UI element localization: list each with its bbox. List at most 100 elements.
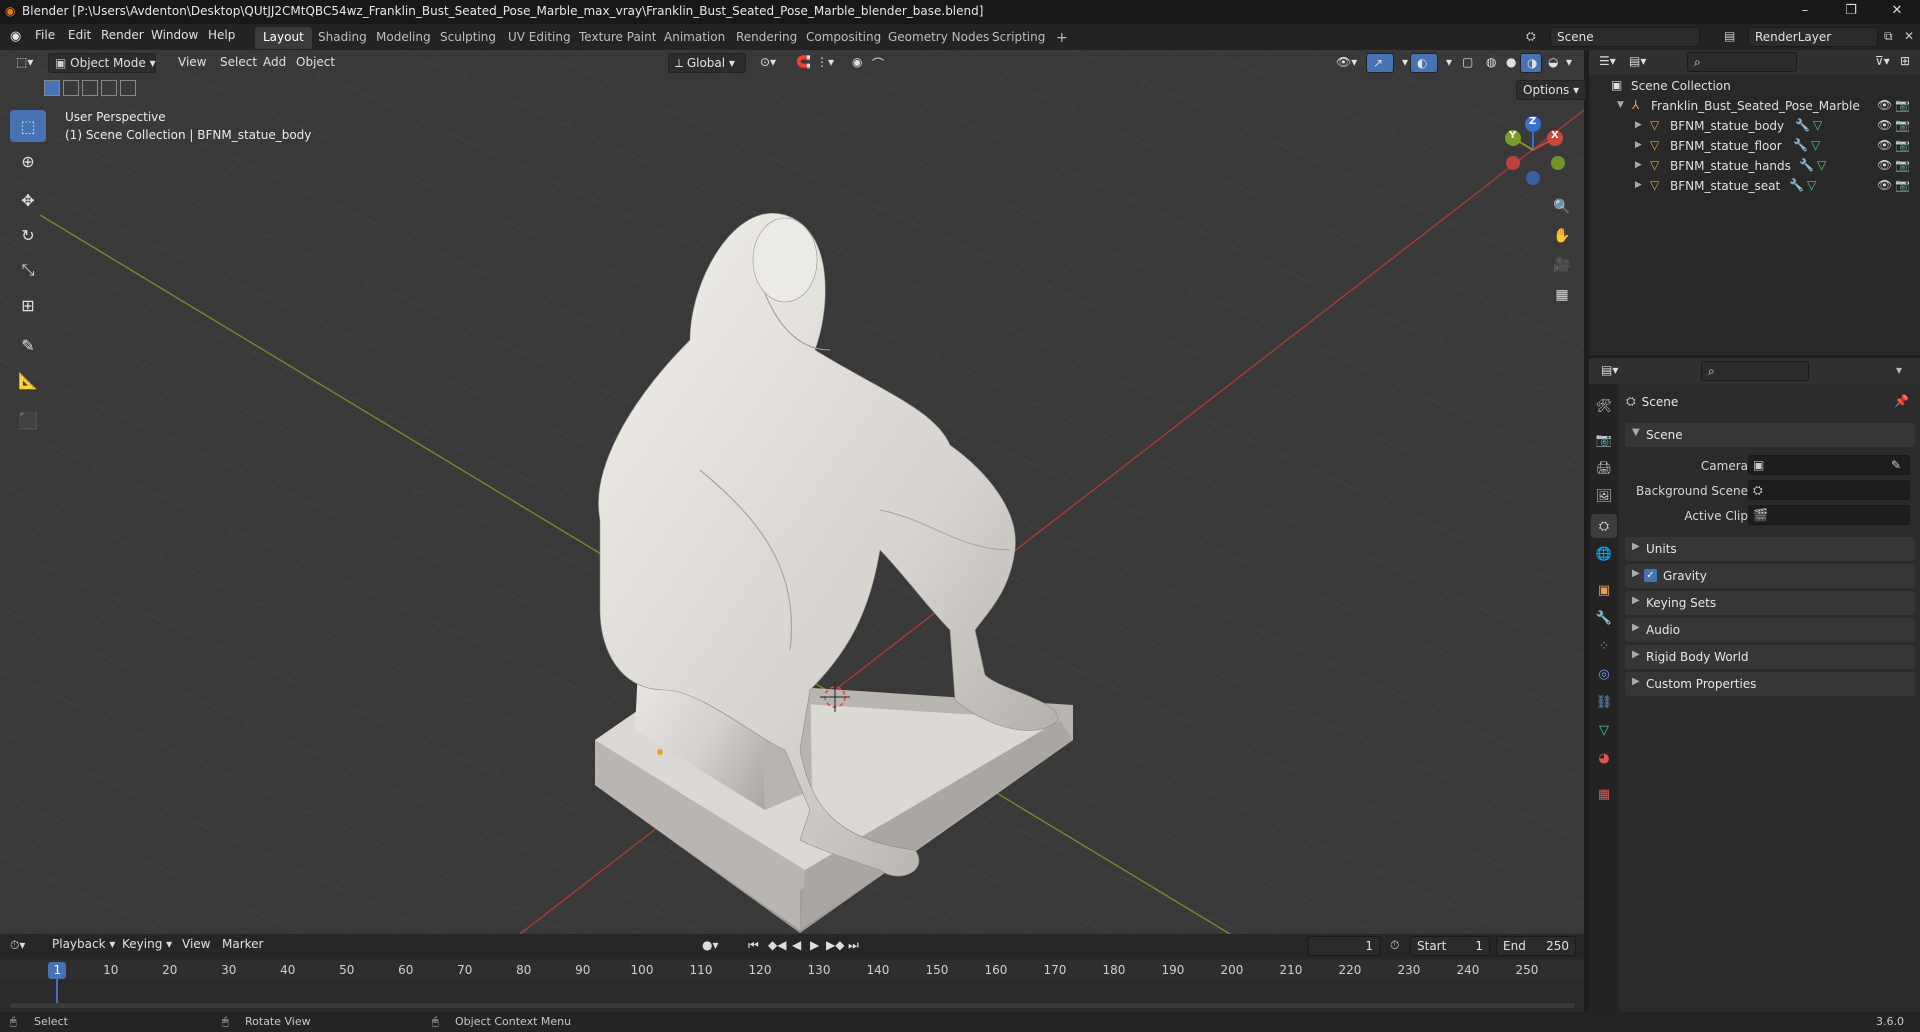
tab-compositing[interactable]: Compositing (798, 27, 889, 49)
menu-view[interactable]: View (172, 53, 212, 73)
expand-chevron-icon[interactable]: ▶ (1635, 180, 1642, 190)
mode-selector[interactable]: ▣ Object Mode ▾ (48, 53, 156, 73)
tab-object[interactable]: ▣ (1591, 578, 1617, 602)
menu-add[interactable]: Add (257, 53, 292, 73)
zoom-view-button[interactable]: 🔍 (1549, 194, 1575, 220)
transform-tool[interactable]: ⊞ (10, 289, 46, 321)
panel-audio[interactable]: ▶ Audio (1625, 618, 1915, 642)
properties-options-icon[interactable]: ▾ (1896, 363, 1902, 377)
gravity-checkbox[interactable]: ✓ (1644, 569, 1657, 582)
menu-keying[interactable]: Keying ▾ (116, 935, 178, 955)
visibility-eye-icon[interactable]: 👁 (1877, 138, 1892, 152)
pivot-point-icon[interactable]: ⊙▾ (754, 53, 782, 73)
outliner-row-scene-collection[interactable]: ▣ Scene Collection (1589, 76, 1920, 96)
render-camera-icon[interactable]: 📷 (1895, 158, 1910, 172)
display-mode-icon[interactable]: ▤▾ (1629, 54, 1646, 68)
panel-scene-header[interactable]: ▼ Scene (1625, 423, 1915, 447)
menu-help[interactable]: Help (208, 28, 235, 42)
menu-playback[interactable]: Playback ▾ (46, 935, 121, 955)
end-frame-field[interactable]: End 250 (1496, 936, 1576, 956)
menu-object[interactable]: Object (290, 53, 341, 73)
tab-uv-editing[interactable]: UV Editing (500, 27, 579, 49)
camera-view-button[interactable]: 🎥 (1549, 252, 1575, 278)
current-frame-field[interactable]: 1 (1308, 936, 1380, 956)
tab-tool[interactable]: 🛠 (1591, 394, 1617, 418)
xray-icon[interactable]: ▢ (1456, 53, 1479, 73)
jump-start-icon[interactable]: ⏮ (748, 938, 759, 953)
play-reverse-icon[interactable]: ◀ (792, 938, 801, 952)
menu-render[interactable]: Render (101, 28, 144, 42)
pin-icon[interactable]: 📌 (1894, 394, 1909, 408)
tab-render[interactable]: 📷 (1591, 428, 1617, 452)
properties-search-input[interactable]: ⌕ (1701, 361, 1809, 381)
render-camera-icon[interactable]: 📷 (1895, 178, 1910, 192)
tab-data[interactable]: ▽ (1591, 718, 1617, 742)
outliner-row-object[interactable]: ▶ ▽ BFNM_statue_body 🔧 ▽ 👁 📷 (1589, 116, 1920, 136)
tab-animation[interactable]: Animation (656, 27, 733, 49)
panel-gravity[interactable]: ▶ ✓ Gravity (1625, 564, 1915, 588)
timeline-scrollbar[interactable] (10, 1003, 1575, 1008)
record-icon[interactable]: ●▾ (702, 938, 719, 952)
tab-constraints[interactable]: ⛓ (1591, 690, 1617, 714)
add-cube-tool[interactable]: ⬛ (10, 404, 46, 436)
outliner-row-object[interactable]: ▶ ▽ BFNM_statue_seat 🔧 ▽ 👁 📷 (1589, 176, 1920, 196)
tab-scene[interactable]: ⛭ (1591, 514, 1617, 538)
panel-keying-sets[interactable]: ▶ Keying Sets (1625, 591, 1915, 615)
tab-geometry-nodes[interactable]: Geometry Nodes (880, 27, 997, 49)
transform-orientation-selector[interactable]: ⟂ Global ▾ (668, 53, 746, 73)
render-camera-icon[interactable]: 📷 (1895, 138, 1910, 152)
select-new-icon[interactable] (44, 80, 60, 96)
add-workspace-button[interactable]: + (1048, 27, 1076, 49)
background-scene-field[interactable]: ⛭ (1748, 480, 1910, 500)
start-frame-field[interactable]: Start 1 (1410, 936, 1490, 956)
panel-units[interactable]: ▶ Units (1625, 537, 1915, 561)
visibility-eye-icon[interactable]: 👁 (1877, 98, 1892, 112)
eyedropper-icon[interactable]: ✎ (1891, 458, 1901, 472)
camera-field[interactable]: ▣ ✎ (1748, 455, 1910, 475)
filter-icon[interactable]: ⊽▾ (1875, 54, 1890, 68)
tab-modifiers[interactable]: 🔧 (1591, 606, 1617, 630)
render-camera-icon[interactable]: 📷 (1895, 118, 1910, 132)
outliner-row-object[interactable]: ▶ ▽ BFNM_statue_floor 🔧 ▽ 👁 📷 (1589, 136, 1920, 156)
outliner-row-collection[interactable]: ▼ ⅄ Franklin_Bust_Seated_Pose_Marble 👁 📷 (1589, 96, 1920, 116)
snap-target-icon[interactable]: ⋮▾ (810, 53, 840, 73)
tab-texture-paint[interactable]: Texture Paint (571, 27, 664, 49)
ortho-toggle-button[interactable]: ▦ (1549, 282, 1575, 308)
menu-edit[interactable]: Edit (68, 28, 91, 42)
expand-chevron-icon[interactable]: ▶ (1635, 160, 1642, 170)
close-button[interactable]: ✕ (1874, 0, 1920, 24)
new-collection-icon[interactable]: ⊞ (1900, 54, 1910, 68)
scene-selector[interactable]: Scene (1550, 27, 1700, 47)
visibility-eye-icon[interactable]: 👁 (1877, 118, 1892, 132)
tab-scripting[interactable]: Scripting (984, 27, 1053, 49)
next-keyframe-icon[interactable]: ▶◆ (826, 938, 844, 952)
annotate-tool[interactable]: ✎ (10, 329, 46, 361)
timeline-editor-type-icon[interactable]: ⏱▾ (10, 938, 25, 953)
expand-chevron-icon[interactable]: ▼ (1617, 100, 1624, 110)
tab-rendering[interactable]: Rendering (728, 27, 805, 49)
view-layer-selector[interactable]: RenderLayer (1748, 27, 1878, 47)
cursor-tool[interactable]: ⊕ (10, 145, 46, 177)
play-icon[interactable]: ▶ (810, 938, 819, 952)
panel-rigid-body-world[interactable]: ▶ Rigid Body World (1625, 645, 1915, 669)
select-box-tool[interactable]: ⬚ (10, 110, 46, 142)
falloff-icon[interactable]: ⌒ (866, 53, 890, 73)
gizmo-toggle-icon[interactable]: ↗ (1366, 53, 1394, 73)
properties-editor-type-icon[interactable]: ▤▾ (1601, 363, 1618, 377)
tab-shading[interactable]: Shading (310, 27, 375, 49)
jump-end-icon[interactable]: ⏭ (848, 938, 859, 953)
menu-marker[interactable]: Marker (216, 935, 269, 955)
pan-view-button[interactable]: ✋ (1549, 223, 1575, 249)
tab-output[interactable]: 🖨 (1591, 456, 1617, 480)
tab-material[interactable]: ◕ (1591, 746, 1617, 770)
navigation-gizmo[interactable]: Z X Y (1498, 112, 1568, 188)
tab-modeling[interactable]: Modeling (368, 27, 439, 49)
move-tool[interactable]: ✥ (10, 184, 46, 216)
active-clip-field[interactable]: 🎬 (1748, 505, 1910, 525)
editor-type-icon[interactable]: ⬚▾ (10, 53, 39, 73)
render-camera-icon[interactable]: 📷 (1895, 98, 1910, 112)
material-shading-icon[interactable]: ◑ (1520, 53, 1542, 73)
measure-tool[interactable]: 📐 (10, 364, 46, 396)
remove-view-layer-icon[interactable]: ✕ (1904, 29, 1914, 43)
maximize-button[interactable]: ❐ (1828, 0, 1874, 24)
